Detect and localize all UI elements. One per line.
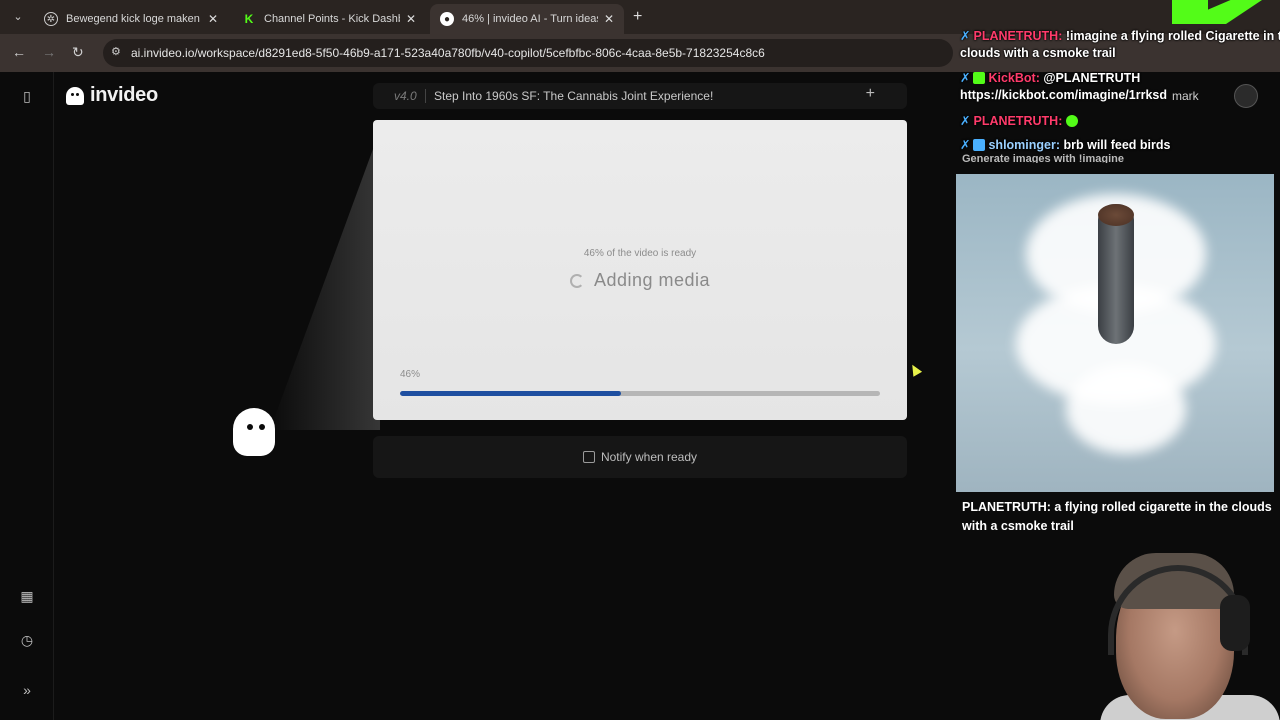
tab-search-icon[interactable]: ⌄ — [8, 7, 28, 27]
chat-user: KickBot: — [988, 71, 1040, 85]
back-icon[interactable]: ← — [12, 44, 26, 60]
avatar[interactable] — [1234, 84, 1258, 108]
new-tab-icon[interactable]: + — [633, 8, 642, 26]
brand-logo[interactable]: invideo — [66, 84, 158, 107]
mascot-eye — [247, 424, 253, 430]
invideo-ghost-icon — [66, 86, 84, 105]
brand-name: invideo — [90, 84, 158, 106]
history-icon[interactable]: ◷ — [17, 630, 37, 650]
chat-message: ✗ PLANETRUTH: — [960, 113, 1081, 128]
chat-user: PLANETRUTH: — [973, 29, 1063, 43]
progress-track — [400, 391, 880, 396]
tab-bewegend[interactable]: ✲ Bewegend kick loge maken ✕ — [34, 4, 228, 34]
add-icon[interactable]: + — [866, 85, 875, 103]
cigarette-tip — [1098, 204, 1134, 226]
tab-channel-points[interactable]: K Channel Points - Kick Dashboar ✕ — [232, 4, 426, 34]
tab-invideo[interactable]: ● 46% | invideo AI - Turn ideas in ✕ — [430, 4, 624, 34]
webcam-feed — [1100, 545, 1280, 720]
chat-link-tail: mark — [1172, 89, 1199, 103]
chat-message: ✗ KickBot: @PLANETRUTH — [960, 70, 1140, 85]
chat-subtext: Generate images with !imagine — [962, 153, 1124, 163]
url-text: ai.invideo.io/workspace/d8291ed8-5f50-46… — [131, 46, 765, 60]
version-label: v4.0 — [394, 89, 417, 103]
chat-message: ✗ PLANETRUTH: !imagine a flying rolled Ci… — [960, 28, 1280, 43]
mascot-eye — [259, 424, 265, 430]
site-settings-icon[interactable]: ⚙ — [111, 45, 127, 61]
tab-label: 46% | invideo AI - Turn ideas in — [462, 13, 598, 25]
notify-when-ready[interactable]: Notify when ready — [373, 436, 907, 478]
progress-fill — [400, 391, 621, 396]
project-header: v4.0 Step Into 1960s SF: The Cannabis Jo… — [373, 83, 907, 109]
notify-checkbox[interactable] — [582, 451, 595, 463]
image-caption: PLANETRUTH: a flying rolled cigarette in… — [962, 500, 1272, 533]
generated-image — [956, 174, 1274, 492]
status-row: Adding media — [373, 270, 907, 291]
close-icon[interactable]: ✕ — [604, 12, 614, 26]
tab-label: Bewegend kick loge maken — [66, 13, 200, 25]
project-title: Step Into 1960s SF: The Cannabis Joint E… — [434, 89, 714, 103]
address-bar[interactable]: ⚙ ai.invideo.io/workspace/d8291ed8-5f50-… — [103, 39, 953, 67]
left-rail: ▯ ▦ ◷ » — [0, 72, 54, 720]
reload-icon[interactable]: ↻ — [72, 44, 84, 61]
chat-message: ✗ shlominger: brb will feed birds — [960, 137, 1170, 152]
chat-user: PLANETRUTH: — [973, 114, 1063, 128]
mascot-ghost — [229, 408, 279, 460]
grid-icon[interactable]: ▦ — [17, 586, 37, 606]
close-icon[interactable]: ✕ — [208, 12, 218, 26]
chat-text: clouds with a csmoke trail — [960, 46, 1116, 60]
pin-icon: ✗ — [960, 29, 971, 43]
status-text: Adding media — [593, 270, 711, 290]
openai-icon: ✲ — [44, 12, 58, 26]
divider — [425, 89, 426, 103]
loading-spinner-icon — [569, 273, 584, 288]
chat-user: shlominger: — [988, 138, 1061, 152]
screen: ⌄ ✲ Bewegend kick loge maken ✕ K Channel… — [0, 0, 1280, 720]
bot-badge-icon — [973, 72, 986, 84]
kick-icon: K — [244, 12, 254, 26]
headset-earcup — [1220, 595, 1250, 651]
tab-label: Channel Points - Kick Dashboar — [264, 13, 400, 25]
chat-text: !imagine a flying rolled Cigarette in t — [1062, 29, 1280, 43]
notify-label: Notify when ready — [600, 450, 698, 464]
mouse-cursor-icon — [907, 362, 923, 377]
mascot-body — [233, 408, 275, 456]
chat-text: brb will feed birds — [1060, 138, 1171, 152]
pin-icon: ✗ — [960, 114, 971, 128]
chat-link[interactable]: https://kickbot.com/imagine/1rrksd — [960, 88, 1167, 102]
forward-icon[interactable]: → — [42, 44, 56, 60]
invideo-icon: ● — [440, 12, 454, 26]
light-beam — [270, 130, 380, 430]
pin-icon: ✗ — [960, 71, 971, 85]
pin-icon: ✗ — [960, 138, 971, 152]
chat-message: clouds with a csmoke trail — [960, 46, 1116, 60]
progress-percent: 46% — [400, 369, 421, 380]
close-icon[interactable]: ✕ — [406, 12, 416, 26]
cloud — [1066, 364, 1186, 454]
chat-text: @PLANETRUTH — [1039, 71, 1141, 85]
sub-badge-icon — [973, 139, 986, 151]
progress-card: 46% of the video is ready Adding media 4… — [373, 120, 907, 420]
sidebar-toggle-icon[interactable]: ▯ — [17, 86, 37, 106]
ready-text: 46% of the video is ready — [583, 248, 697, 259]
expand-icon[interactable]: » — [17, 680, 37, 700]
emote-icon — [1065, 115, 1078, 127]
